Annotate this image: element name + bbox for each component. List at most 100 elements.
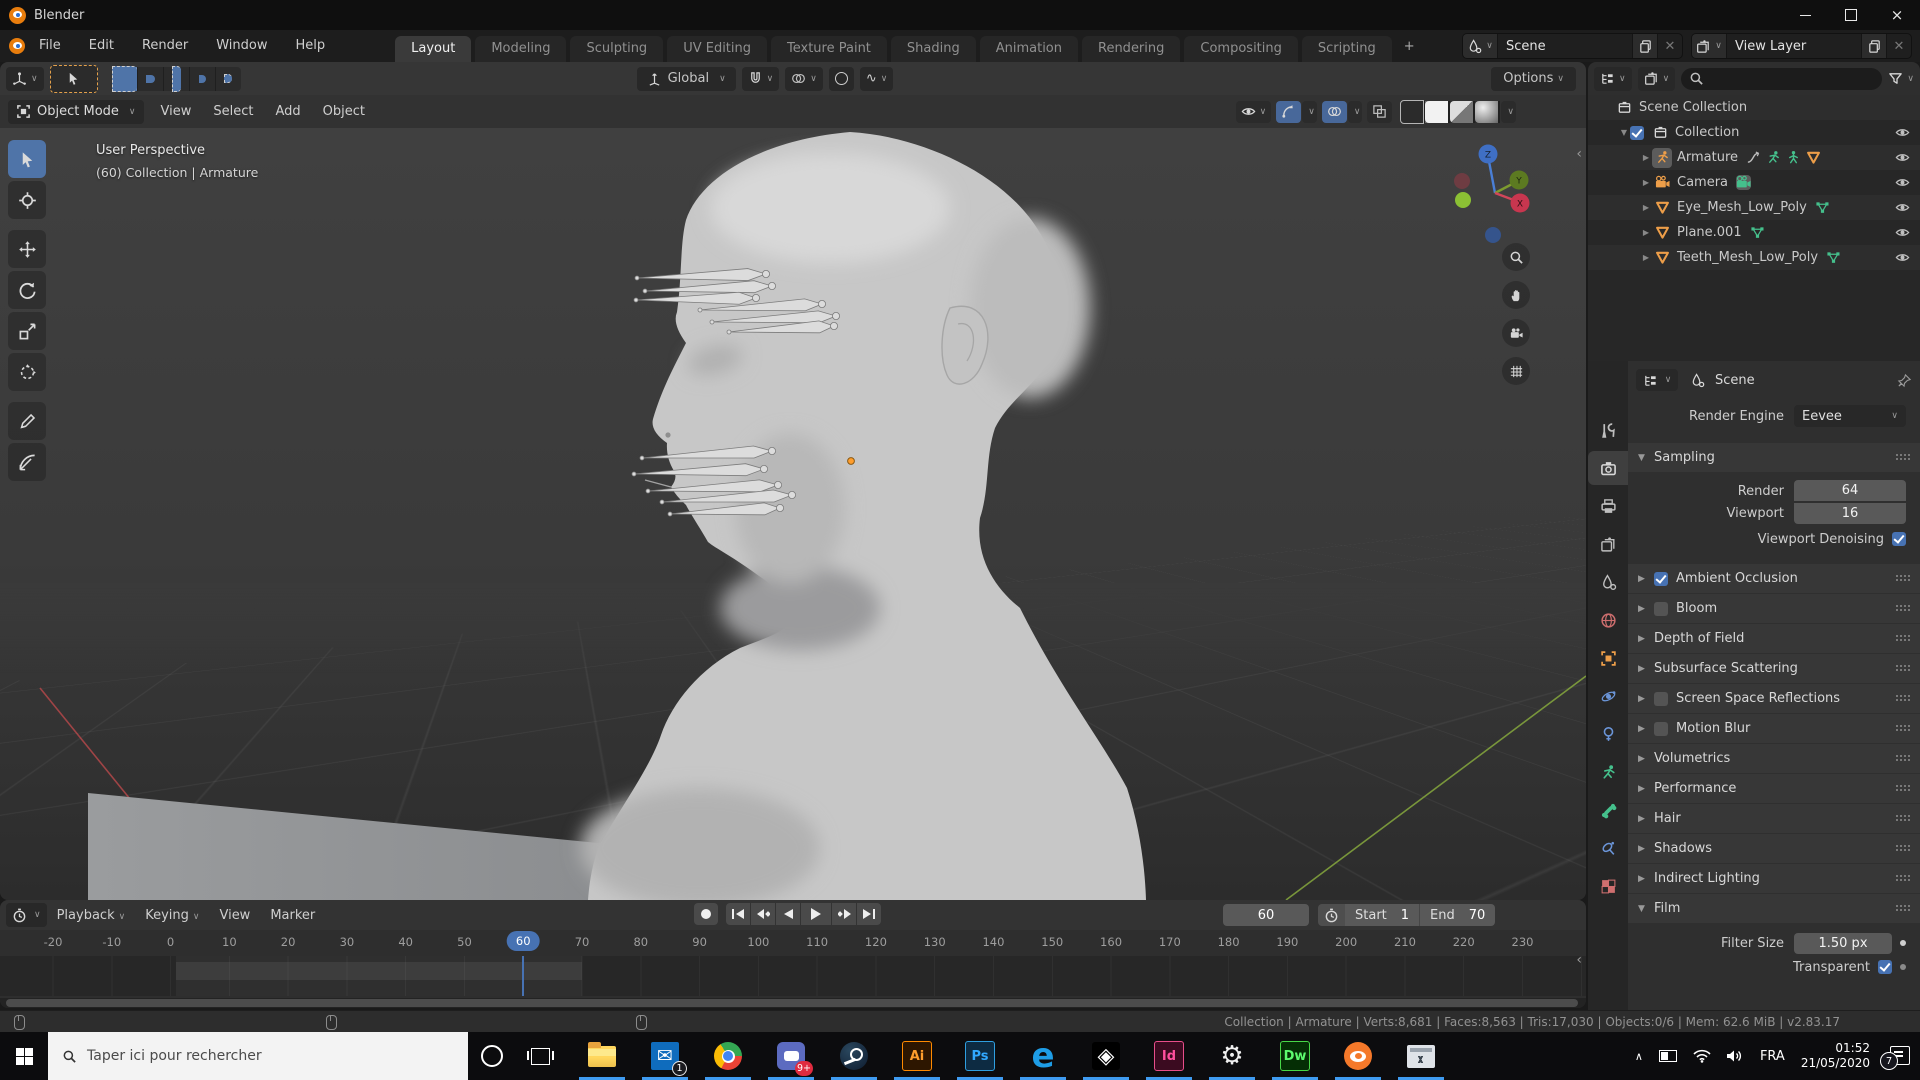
- scrollbar-thumb[interactable]: [6, 999, 1578, 1007]
- properties-section[interactable]: ▶ Subsurface Scattering: [1628, 654, 1920, 683]
- prev-keyframe-button[interactable]: [751, 903, 775, 925]
- outliner-row[interactable]: ▶ Teeth_Mesh_Low_Poly: [1588, 245, 1920, 270]
- pan-hand-button[interactable]: [1502, 281, 1530, 309]
- view-layer-selector[interactable]: ∨ View Layer ✕: [1691, 33, 1912, 59]
- active-tool-tweak-button[interactable]: [50, 65, 98, 93]
- expander-icon[interactable]: ▶: [1640, 228, 1652, 237]
- expander-icon[interactable]: ▶: [1640, 203, 1652, 212]
- drag-handle[interactable]: [1896, 845, 1910, 852]
- start-frame-field[interactable]: Start1: [1345, 904, 1420, 926]
- item-file-explorer[interactable]: [578, 1032, 626, 1080]
- animate-dot[interactable]: [1900, 964, 1906, 970]
- use-preview-range-button[interactable]: [1318, 904, 1345, 926]
- item-object[interactable]: [1588, 641, 1628, 675]
- transparent-checkbox[interactable]: [1878, 960, 1892, 974]
- section-expander-icon[interactable]: ▶: [1638, 664, 1654, 674]
- menu-item[interactable]: Window: [202, 30, 281, 62]
- section-expander-icon[interactable]: ▶: [1638, 574, 1654, 584]
- zoom-button[interactable]: [1502, 243, 1530, 271]
- sidebar-collapse-arrow[interactable]: ‹: [1576, 146, 1582, 162]
- play-button[interactable]: [801, 903, 831, 925]
- camera-view-button[interactable]: [1502, 319, 1530, 347]
- item-object-data[interactable]: [1588, 755, 1628, 789]
- outliner-row[interactable]: Scene Collection: [1588, 95, 1920, 120]
- filter-size-field[interactable]: 1.50 px: [1794, 933, 1892, 954]
- timeline-menu-item[interactable]: View: [209, 908, 260, 923]
- volume-icon[interactable]: [1727, 1049, 1744, 1063]
- navigation-gizmo[interactable]: Z Y X: [1430, 136, 1560, 246]
- properties-section[interactable]: ▼ Film: [1628, 894, 1920, 923]
- hide-eye-icon[interactable]: [1895, 250, 1910, 265]
- item-constraints[interactable]: [1588, 717, 1628, 751]
- timeline-menu-item[interactable]: Marker: [260, 908, 325, 923]
- workspace-tab[interactable]: Shading: [891, 36, 976, 62]
- animate-dot[interactable]: [1900, 940, 1906, 946]
- section-expander-icon[interactable]: ▶: [1638, 724, 1654, 734]
- new-scene-button[interactable]: [1632, 34, 1657, 58]
- properties-section[interactable]: ▶ Ambient Occlusion: [1628, 564, 1920, 593]
- shading-material-button[interactable]: [1450, 101, 1475, 123]
- workspace-tab[interactable]: Modeling: [475, 36, 566, 62]
- tool-scale[interactable]: [8, 312, 46, 350]
- item-chat[interactable]: 9+: [767, 1032, 815, 1080]
- expander-icon[interactable]: ▶: [1640, 253, 1652, 262]
- jump-to-end-button[interactable]: [857, 903, 881, 925]
- overlays-dropdown[interactable]: ∨: [1348, 101, 1363, 123]
- outliner-row[interactable]: ▶ Eye_Mesh_Low_Poly: [1588, 195, 1920, 220]
- mode-dropdown[interactable]: Object Mode∨: [8, 100, 144, 124]
- drag-handle[interactable]: [1896, 605, 1910, 612]
- item-bone[interactable]: [1588, 793, 1628, 827]
- properties-section[interactable]: ▶ Motion Blur: [1628, 714, 1920, 743]
- item-illustrator[interactable]: Ai: [893, 1032, 941, 1080]
- clock[interactable]: 01:52 21/05/2020: [1801, 1041, 1870, 1071]
- ortho-perspective-button[interactable]: [1502, 357, 1530, 385]
- shading-rendered-button[interactable]: [1475, 101, 1500, 123]
- select-mode-buttons[interactable]: [112, 67, 241, 91]
- drag-handle[interactable]: [1896, 815, 1910, 822]
- viewport-denoising-checkbox[interactable]: [1892, 532, 1906, 546]
- item-render[interactable]: [1588, 451, 1628, 485]
- item-task-monitor[interactable]: [1397, 1032, 1445, 1080]
- object-name[interactable]: Teeth_Mesh_Low_Poly: [1677, 250, 1818, 265]
- item-steam[interactable]: [830, 1032, 878, 1080]
- unlink-scene-button[interactable]: ✕: [1657, 34, 1682, 58]
- item-output[interactable]: [1588, 489, 1628, 523]
- language-indicator[interactable]: FRA: [1760, 1049, 1785, 1064]
- section-expander-icon[interactable]: ▶: [1638, 694, 1654, 704]
- section-expander-icon[interactable]: ▶: [1638, 874, 1654, 884]
- object-name[interactable]: Armature: [1677, 150, 1738, 165]
- section-expander-icon[interactable]: ▶: [1638, 634, 1654, 644]
- xray-toggle[interactable]: [1367, 101, 1392, 123]
- prev-frame-button[interactable]: [776, 903, 800, 925]
- section-expander-icon[interactable]: ▼: [1638, 904, 1654, 914]
- menu-item[interactable]: File: [25, 30, 75, 62]
- item-bone-constraint[interactable]: [1588, 831, 1628, 865]
- timeline-menu-item[interactable]: Keying∨: [135, 908, 209, 923]
- object-name[interactable]: Collection: [1675, 125, 1739, 140]
- item-world[interactable]: [1588, 603, 1628, 637]
- workspace-tab[interactable]: Sculpting: [570, 36, 663, 62]
- tool-transform[interactable]: [8, 353, 46, 391]
- item-texture[interactable]: [1588, 869, 1628, 903]
- section-checkbox[interactable]: [1654, 602, 1668, 616]
- auto-key-record-button[interactable]: [694, 903, 718, 925]
- menu-item[interactable]: Render: [128, 30, 202, 62]
- properties-section[interactable]: ▶ Shadows: [1628, 834, 1920, 863]
- expander-icon[interactable]: ▼: [1618, 128, 1630, 137]
- select-mode-intersect[interactable]: [216, 67, 241, 91]
- section-checkbox[interactable]: [1654, 572, 1668, 586]
- samples-viewport-field[interactable]: 16: [1794, 503, 1906, 524]
- blender-menu-icon[interactable]: [9, 38, 25, 54]
- properties-section[interactable]: ▶ Hair: [1628, 804, 1920, 833]
- start-button[interactable]: [0, 1032, 48, 1080]
- item-mail[interactable]: 1: [641, 1032, 689, 1080]
- drag-handle[interactable]: [1896, 695, 1910, 702]
- shading-wireframe-button[interactable]: [1400, 101, 1425, 123]
- drag-handle[interactable]: [1896, 905, 1910, 912]
- properties-section[interactable]: ▶ Indirect Lighting: [1628, 864, 1920, 893]
- viewport-menu-item[interactable]: View: [150, 104, 203, 119]
- scene-selector[interactable]: ∨ Scene ✕: [1462, 33, 1683, 59]
- proportional-falloff-dropdown[interactable]: ∿∨: [860, 67, 894, 91]
- item-blender[interactable]: [1334, 1032, 1382, 1080]
- object-name[interactable]: Eye_Mesh_Low_Poly: [1677, 200, 1807, 215]
